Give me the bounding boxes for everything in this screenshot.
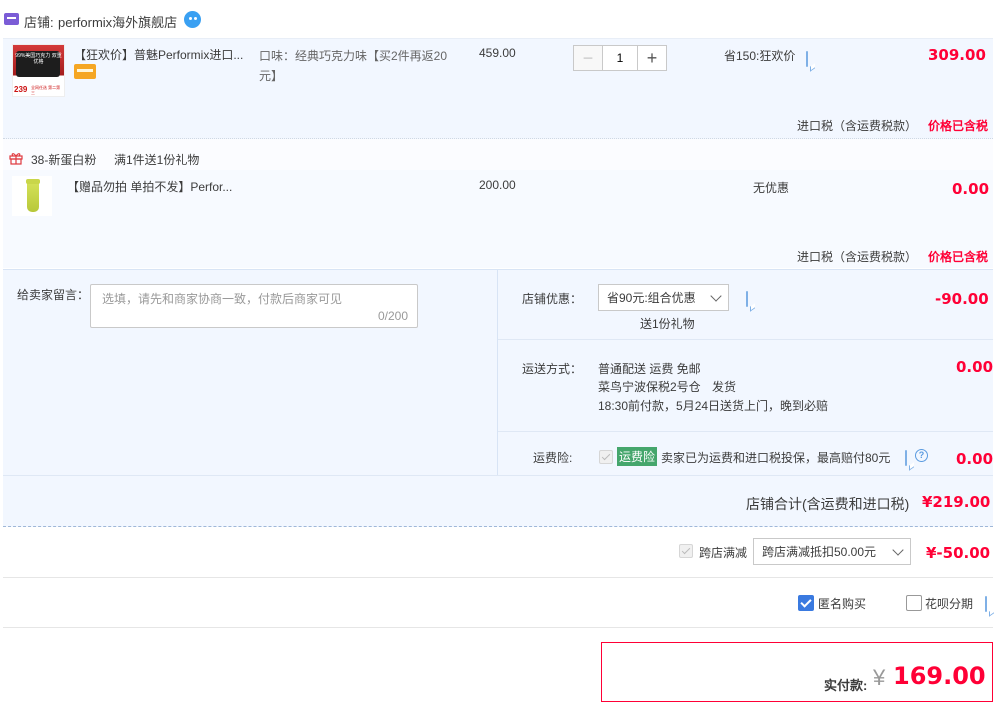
shipping-warehouse: 菜鸟宁波保税2号仓	[598, 380, 701, 394]
payment-card-icon	[74, 64, 96, 79]
import-tax-label-2: 进口税（含运费税款）	[797, 250, 918, 264]
options-divider-2	[498, 431, 993, 432]
installment-checkbox[interactable]	[906, 595, 922, 611]
help-question-icon[interactable]: ?	[915, 449, 928, 462]
payment-summary-box: 实付款: ¥ 169.00	[601, 642, 993, 702]
unit-price-1: 459.00	[479, 46, 516, 60]
quantity-stepper: − +	[573, 45, 667, 71]
payment-amount: 169.00	[893, 662, 986, 690]
insurance-info-icon[interactable]	[905, 450, 907, 466]
shop-discount-selected: 省90元:组合优惠	[607, 291, 696, 305]
shop-name-link[interactable]: performix海外旗舰店	[58, 12, 177, 31]
tmall-icon	[4, 13, 19, 25]
options-divider	[3, 627, 993, 628]
shop-header: 店铺: performix海外旗舰店	[0, 0, 999, 38]
product-title-1[interactable]: 【狂欢价】普魅Performix进口...	[74, 46, 243, 63]
shop-total-label: 店铺合计(含运费和进口税)	[746, 496, 910, 512]
quantity-decrease-button[interactable]: −	[573, 45, 603, 71]
import-tax-value-1: 价格已含税	[928, 119, 989, 133]
gift-promo-title: 38-新蛋白粉	[31, 153, 97, 167]
cross-store-label: 跨店满减	[699, 546, 748, 560]
shop-discount-label: 店铺优惠：	[522, 292, 583, 306]
seller-message-textarea[interactable]: 选填，请先和商家协商一致，付款后商家可见 0/200	[90, 284, 418, 328]
options-vertical-divider	[497, 270, 498, 475]
installment-info-icon[interactable]	[985, 596, 987, 612]
installment-label[interactable]: 花呗分期	[925, 595, 973, 612]
import-tax-label-1: 进口税（含运费税款）	[797, 119, 918, 133]
item-discount-1: 省150:狂欢价	[724, 49, 796, 63]
chevron-down-icon	[710, 289, 722, 302]
cross-store-select[interactable]: 跨店满减抵扣50.00元	[753, 538, 911, 565]
shipping-label: 运送方式：	[522, 362, 583, 376]
product-image-1-text: 99%美国巧克力 双重优格	[15, 53, 62, 65]
payment-label: 实付款:	[824, 678, 868, 693]
seller-message-placeholder: 选填，请先和商家协商一致，付款后商家可见	[102, 292, 343, 306]
shop-discount-info-icon[interactable]	[746, 291, 748, 307]
anonymous-label[interactable]: 匿名购买	[818, 595, 866, 612]
cross-store-checkbox	[679, 544, 693, 558]
import-tax-value-2: 价格已含税	[928, 250, 989, 264]
unit-price-2: 200.00	[479, 178, 516, 192]
cross-store-amount: ¥-50.00	[926, 544, 991, 562]
shipping-amount: 0.00	[956, 358, 994, 376]
item-subtotal-1: 309.00	[928, 46, 986, 64]
shop-discount-gift: 送1份礼物	[640, 317, 695, 331]
insurance-badge: 运费险	[617, 447, 658, 466]
product-image-1-price: 239	[14, 85, 28, 94]
quantity-increase-button[interactable]: +	[637, 45, 667, 71]
shipping-method: 普通配送 运费 免邮	[598, 362, 701, 376]
chevron-down-icon	[892, 543, 904, 556]
discount-info-icon[interactable]	[806, 51, 808, 67]
payment-currency: ¥	[873, 665, 886, 690]
shop-discount-amount: -90.00	[935, 290, 989, 308]
item-subtotal-2: 0.00	[952, 180, 990, 198]
product-image-1-bottom: 全网任选 第二第三	[31, 85, 61, 95]
seller-message-label: 给卖家留言：	[17, 288, 90, 302]
shop-total-amount: ¥219.00	[922, 493, 991, 511]
product-image-2[interactable]	[12, 176, 52, 216]
item-divider	[3, 138, 993, 139]
shipping-delivery: 18:30前付款，5月24日送货上门，晚到必赔	[598, 399, 829, 413]
shop-label: 店铺:	[24, 15, 54, 30]
insurance-label: 运费险:	[533, 451, 573, 465]
item-discount-2: 无优惠	[753, 181, 790, 195]
gift-promo-rule: 满1件送1份礼物	[114, 153, 200, 167]
quantity-input[interactable]	[603, 45, 637, 71]
product-sku-1: 口味：经典巧克力味【买2件再返20元】	[259, 49, 448, 83]
insurance-checkbox	[599, 450, 613, 464]
wangwang-chat-icon[interactable]	[184, 11, 201, 28]
anonymous-checkbox[interactable]	[798, 595, 814, 611]
insurance-amount: 0.00	[956, 450, 994, 468]
product-title-2[interactable]: 【赠品勿拍 单拍不发】Perfor...	[67, 178, 232, 195]
cross-store-selected: 跨店满减抵扣50.00元	[762, 545, 877, 559]
shop-discount-select[interactable]: 省90元:组合优惠	[598, 284, 729, 311]
insurance-text: 卖家已为运费和进口税投保，最高赔付80元	[661, 451, 891, 465]
cross-store-divider	[3, 577, 993, 578]
product-image-1[interactable]: 99%美国巧克力 双重优格 239 全网任选 第二第三	[12, 44, 65, 97]
seller-message-counter: 0/200	[377, 309, 408, 323]
gift-icon	[9, 151, 23, 165]
options-divider-1	[498, 339, 993, 340]
options-divider-3	[3, 475, 993, 476]
shipping-ship-text: 发货	[712, 380, 737, 394]
